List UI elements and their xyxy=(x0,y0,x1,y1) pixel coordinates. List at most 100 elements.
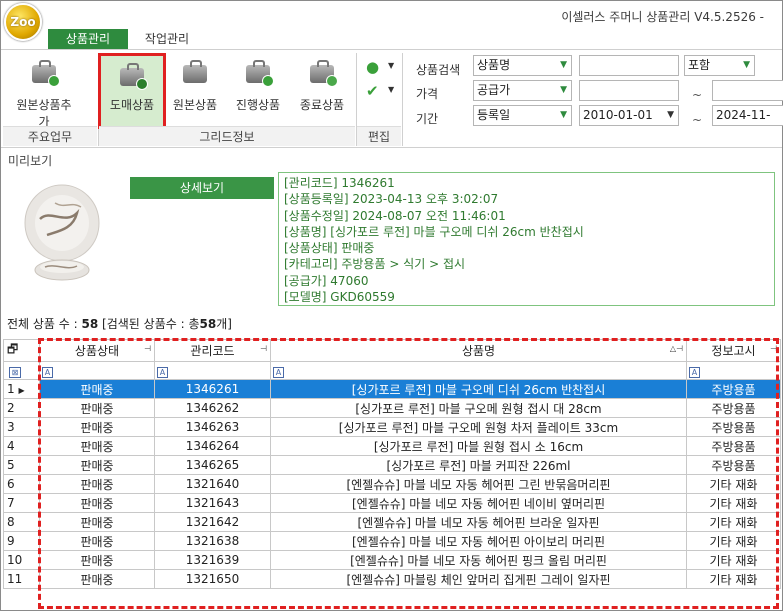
cell-name[interactable]: [엔젤슈슈] 마블 네모 자동 헤어핀 네이비 옆머리핀 xyxy=(270,493,687,513)
cell-info[interactable]: 기타 재화 xyxy=(686,474,781,494)
date-from-picker[interactable]: 2010-01-01 ▼ xyxy=(579,105,679,126)
match-type-select[interactable]: 포함 ▼ xyxy=(684,55,755,76)
cell-status[interactable]: 판매중 xyxy=(39,569,155,589)
progress-product-button[interactable]: 진행상품 xyxy=(225,53,291,127)
cell-info[interactable]: 주방용품 xyxy=(686,398,781,418)
pin-icon[interactable]: ⊣ xyxy=(144,344,151,353)
table-row[interactable]: 6 판매중 1321640 [엔젤슈슈] 마블 네모 자동 헤어핀 그린 반묶음머리핀… xyxy=(3,474,781,494)
filter-cell-status[interactable]: A xyxy=(39,361,155,380)
cell-info[interactable]: 기타 재화 xyxy=(686,531,781,551)
cell-code[interactable]: 1321642 xyxy=(154,512,271,532)
cell-info[interactable]: 주방용품 xyxy=(686,455,781,475)
clear-filter-icon[interactable]: ⊠ xyxy=(3,361,40,380)
ended-product-button[interactable]: 종료상품 xyxy=(289,53,355,127)
column-header-status[interactable]: 상품상태 ⊣ xyxy=(39,339,155,362)
filter-icon[interactable]: A xyxy=(689,366,700,378)
search-field-select[interactable]: 상품명 ▼ xyxy=(473,55,572,76)
count-found: 58 xyxy=(199,317,217,331)
cell-code[interactable]: 1321650 xyxy=(154,569,271,589)
cell-status[interactable]: 판매중 xyxy=(39,493,155,513)
filter-cell-info[interactable]: A xyxy=(686,361,781,380)
cell-status[interactable]: 판매중 xyxy=(39,455,155,475)
chevron-down-icon[interactable]: ▼ xyxy=(388,85,394,94)
date-to-picker[interactable]: 2024-11-08 xyxy=(712,105,783,126)
cell-code[interactable]: 1321640 xyxy=(154,474,271,494)
check-icon[interactable]: ✔ xyxy=(366,82,384,100)
table-row[interactable]: 1 ▶ 판매중 1346261 [싱가포르 루전] 마블 구오메 디쉬 26cm 반찬… xyxy=(3,379,781,399)
grid-column-chooser-icon[interactable]: 🗗 xyxy=(3,339,40,362)
cell-name[interactable]: [싱가포르 루전] 마블 구오메 원형 차저 플레이트 33cm xyxy=(270,417,687,437)
cell-info[interactable]: 주방용품 xyxy=(686,379,781,399)
price-label: 가격 xyxy=(416,87,439,101)
price-max-input[interactable] xyxy=(712,80,783,101)
column-header-info[interactable]: 정보고시 ⊣ xyxy=(686,339,781,362)
cell-status[interactable]: 판매중 xyxy=(39,436,155,456)
table-row[interactable]: 2 판매중 1346262 [싱가포르 루전] 마블 구오메 원형 접시 대 28cm… xyxy=(3,398,781,418)
cell-status[interactable]: 판매중 xyxy=(39,398,155,418)
cell-name[interactable]: [싱가포르 루전] 마블 커피잔 226ml xyxy=(270,455,687,475)
filter-cell-code[interactable]: A xyxy=(154,361,271,380)
table-row[interactable]: 9 판매중 1321638 [엔젤슈슈] 마블 네모 자동 헤어핀 아이보리 머리핀 기… xyxy=(3,531,781,551)
cell-info[interactable]: 기타 재화 xyxy=(686,550,781,570)
cell-name[interactable]: [싱가포르 루전] 마블 원형 접시 소 16cm xyxy=(270,436,687,456)
cell-info[interactable]: 기타 재화 xyxy=(686,512,781,532)
cell-status[interactable]: 판매중 xyxy=(39,474,155,494)
cell-name[interactable]: [엔젤슈슈] 마블링 체인 앞머리 집게핀 그레이 일자핀 xyxy=(270,569,687,589)
cell-info[interactable]: 주방용품 xyxy=(686,436,781,456)
price-field-select[interactable]: 공급가 ▼ xyxy=(473,80,572,101)
cell-name[interactable]: [엔젤슈슈] 마블 네모 자동 헤어핀 아이보리 머리핀 xyxy=(270,531,687,551)
detail-line: [상품등록일] 2023-04-13 오후 3:02:07 xyxy=(284,192,499,207)
add-original-product-button[interactable]: 원본상품추가 xyxy=(11,53,77,129)
detail-view-button[interactable]: 상세보기 xyxy=(130,177,274,199)
cell-status[interactable]: 판매중 xyxy=(39,379,155,399)
pin-icon[interactable]: ⊣ xyxy=(770,344,777,353)
cell-code[interactable]: 1346261 xyxy=(154,379,271,399)
cell-status[interactable]: 판매중 xyxy=(39,550,155,570)
search-input[interactable] xyxy=(579,55,679,76)
pin-icon[interactable]: ⊣ xyxy=(260,344,267,353)
cell-info[interactable]: 주방용품 xyxy=(686,417,781,437)
table-row[interactable]: 11 판매중 1321650 [엔젤슈슈] 마블링 체인 앞머리 집게핀 그레이 일자… xyxy=(3,569,781,589)
table-row[interactable]: 7 판매중 1321643 [엔젤슈슈] 마블 네모 자동 헤어핀 네이비 옆머리핀 기… xyxy=(3,493,781,513)
product-count: 전체 상품 수 : 58 [검색된 상품수 : 총58개] xyxy=(7,315,232,332)
cell-info[interactable]: 기타 재화 xyxy=(686,493,781,513)
price-min-input[interactable] xyxy=(579,80,679,101)
wholesale-product-button[interactable]: 도매상품 xyxy=(98,53,166,129)
filter-icon[interactable]: A xyxy=(42,366,53,378)
column-header-code[interactable]: 관리코드 ⊣ xyxy=(154,339,271,362)
period-field-select[interactable]: 등록일 ▼ xyxy=(473,105,572,126)
cell-name[interactable]: [엔젤슈슈] 마블 네모 자동 헤어핀 그린 반묶음머리핀 xyxy=(270,474,687,494)
filter-cell-name[interactable]: A xyxy=(270,361,687,380)
column-header-name[interactable]: 상품명 △⊣ xyxy=(270,339,687,362)
cell-name[interactable]: [싱가포르 루전] 마블 구오메 디쉬 26cm 반찬접시 xyxy=(270,379,687,399)
cell-status[interactable]: 판매중 xyxy=(39,512,155,532)
info-circle-icon[interactable]: ● xyxy=(366,58,384,76)
table-row[interactable]: 4 판매중 1346264 [싱가포르 루전] 마블 원형 접시 소 16cm 주방용품 xyxy=(3,436,781,456)
filter-icon[interactable]: A xyxy=(157,366,168,378)
cell-name[interactable]: [싱가포르 루전] 마블 구오메 원형 접시 대 28cm xyxy=(270,398,687,418)
tab-job-management[interactable]: 작업관리 xyxy=(134,29,200,50)
cell-status[interactable]: 판매중 xyxy=(39,417,155,437)
cell-info[interactable]: 기타 재화 xyxy=(686,569,781,589)
table-row[interactable]: 10 판매중 1321639 [엔젤슈슈] 마블 네모 자동 헤어핀 핑크 올림 머리… xyxy=(3,550,781,570)
cell-code[interactable]: 1321639 xyxy=(154,550,271,570)
cell-code[interactable]: 1321643 xyxy=(154,493,271,513)
sort-pin-icon[interactable]: △⊣ xyxy=(670,344,683,353)
chevron-down-icon[interactable]: ▼ xyxy=(388,61,394,70)
original-product-button[interactable]: 원본상품 xyxy=(162,53,228,127)
product-grid[interactable]: 🗗 상품상태 ⊣ 관리코드 ⊣ 상품명 △⊣ 정보고시 ⊣ ⊠ A A A A 1 ▶ 판… xyxy=(3,339,782,611)
chevron-down-icon: ▼ xyxy=(743,60,750,70)
cell-name[interactable]: [엔젤슈슈] 마블 네모 자동 헤어핀 핑크 올림 머리핀 xyxy=(270,550,687,570)
table-row[interactable]: 5 판매중 1346265 [싱가포르 루전] 마블 커피잔 226ml 주방용품 xyxy=(3,455,781,475)
cell-status[interactable]: 판매중 xyxy=(39,531,155,551)
cell-code[interactable]: 1346265 xyxy=(154,455,271,475)
table-row[interactable]: 8 판매중 1321642 [엔젤슈슈] 마블 네모 자동 헤어핀 브라운 일자핀 기타… xyxy=(3,512,781,532)
cell-name[interactable]: [엔젤슈슈] 마블 네모 자동 헤어핀 브라운 일자핀 xyxy=(270,512,687,532)
cell-code[interactable]: 1346264 xyxy=(154,436,271,456)
cell-code[interactable]: 1346262 xyxy=(154,398,271,418)
filter-icon[interactable]: A xyxy=(273,366,284,378)
table-row[interactable]: 3 판매중 1346263 [싱가포르 루전] 마블 구오메 원형 차저 플레이트 3… xyxy=(3,417,781,437)
cell-code[interactable]: 1346263 xyxy=(154,417,271,437)
cell-code[interactable]: 1321638 xyxy=(154,531,271,551)
tab-product-management[interactable]: 상품관리 xyxy=(48,29,128,50)
